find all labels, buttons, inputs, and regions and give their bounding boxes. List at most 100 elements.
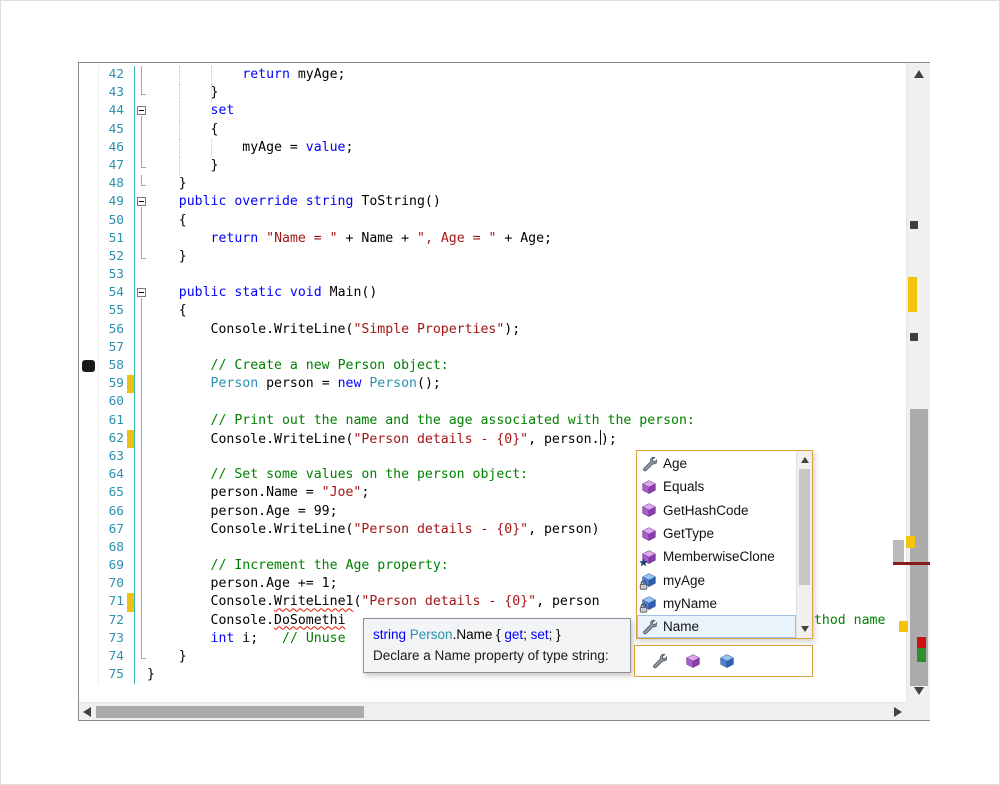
code-text[interactable]: set — [147, 102, 906, 120]
code-text[interactable]: Console.WriteLine("Person details - {0}"… — [147, 430, 906, 448]
indicator-margin[interactable] — [79, 84, 99, 102]
indicator-margin[interactable] — [79, 539, 99, 557]
method-icon[interactable] — [685, 653, 701, 669]
indicator-margin[interactable] — [79, 121, 99, 139]
scroll-right-arrow-icon[interactable] — [894, 707, 902, 717]
fold-collapse-toggle[interactable] — [137, 197, 146, 206]
code-line[interactable]: 52 } — [79, 248, 906, 266]
indicator-margin[interactable] — [79, 175, 99, 193]
scroll-up-arrow-icon[interactable] — [914, 70, 924, 78]
indicator-margin[interactable] — [79, 466, 99, 484]
field-icon[interactable] — [719, 653, 735, 669]
code-text[interactable]: { — [147, 121, 906, 139]
code-text[interactable]: // Create a new Person object: — [147, 357, 906, 375]
code-text[interactable]: } — [147, 84, 906, 102]
indicator-margin[interactable] — [79, 503, 99, 521]
indicator-margin[interactable] — [79, 393, 99, 411]
code-line[interactable]: 57 — [79, 339, 906, 357]
vertical-scroll-thumb[interactable] — [910, 409, 928, 686]
indicator-margin[interactable] — [79, 284, 99, 302]
code-line[interactable]: 60 — [79, 393, 906, 411]
code-line[interactable]: 46 myAge = value; — [79, 139, 906, 157]
completion-item-myname[interactable]: myName — [637, 592, 796, 615]
indicator-margin[interactable] — [79, 266, 99, 284]
code-line[interactable]: 53 — [79, 266, 906, 284]
code-text[interactable]: { — [147, 212, 906, 230]
indicator-margin[interactable] — [79, 139, 99, 157]
code-text[interactable]: Console.WriteLine("Simple Properties"); — [147, 321, 906, 339]
code-line[interactable]: 51 return "Name = " + Name + ", Age = " … — [79, 230, 906, 248]
scroll-left-arrow-icon[interactable] — [83, 707, 91, 717]
indicator-margin[interactable] — [79, 375, 99, 393]
indicator-margin[interactable] — [79, 593, 99, 611]
indicator-margin[interactable] — [79, 193, 99, 211]
code-line[interactable]: 50 { — [79, 212, 906, 230]
indicator-margin[interactable] — [79, 412, 99, 430]
indicator-margin[interactable] — [79, 521, 99, 539]
indicator-margin[interactable] — [79, 557, 99, 575]
code-text[interactable]: } — [147, 248, 906, 266]
code-line[interactable]: 44 set — [79, 102, 906, 120]
indicator-margin[interactable] — [79, 666, 99, 684]
code-line[interactable]: 61 // Print out the name and the age ass… — [79, 412, 906, 430]
popup-scroll-thumb[interactable] — [799, 469, 810, 585]
code-line[interactable]: 59 Person person = new Person(); — [79, 375, 906, 393]
code-text[interactable]: public static void Main() — [147, 284, 906, 302]
code-line[interactable]: 58 // Create a new Person object: — [79, 357, 906, 375]
code-text[interactable]: } — [147, 175, 906, 193]
code-text[interactable] — [147, 339, 906, 357]
code-line[interactable]: 48 } — [79, 175, 906, 193]
indicator-margin[interactable] — [79, 357, 99, 375]
code-line[interactable]: 47 } — [79, 157, 906, 175]
popup-scroll-up-icon[interactable] — [801, 457, 809, 463]
completion-item-myage[interactable]: myAge — [637, 568, 796, 591]
code-text[interactable]: return "Name = " + Name + ", Age = " + A… — [147, 230, 906, 248]
indicator-margin[interactable] — [79, 484, 99, 502]
indicator-margin[interactable] — [79, 648, 99, 666]
completion-item-age[interactable]: Age — [637, 452, 796, 475]
vertical-scrollbar[interactable] — [906, 63, 930, 702]
code-line[interactable]: 42 return myAge; — [79, 66, 906, 84]
popup-scroll-down-icon[interactable] — [801, 626, 809, 632]
indicator-margin[interactable] — [79, 248, 99, 266]
code-text[interactable]: { — [147, 302, 906, 320]
code-line[interactable]: 62 Console.WriteLine("Person details - {… — [79, 430, 906, 448]
code-line[interactable]: 56 Console.WriteLine("Simple Properties"… — [79, 321, 906, 339]
fold-collapse-toggle[interactable] — [137, 106, 146, 115]
code-text[interactable]: Person person = new Person(); — [147, 375, 906, 393]
code-line[interactable]: 49 public override string ToString() — [79, 193, 906, 211]
indicator-margin[interactable] — [79, 630, 99, 648]
indicator-margin[interactable] — [79, 157, 99, 175]
code-text[interactable]: return myAge; — [147, 66, 906, 84]
scroll-down-arrow-icon[interactable] — [914, 687, 924, 695]
indicator-margin[interactable] — [79, 575, 99, 593]
code-line[interactable]: 54 public static void Main() — [79, 284, 906, 302]
indicator-margin[interactable] — [79, 321, 99, 339]
completion-item-memberwiseclone[interactable]: MemberwiseClone — [637, 545, 796, 568]
popup-scrollbar[interactable] — [796, 451, 812, 638]
indicator-margin[interactable] — [79, 448, 99, 466]
code-text[interactable]: } — [147, 157, 906, 175]
completion-item-gethashcode[interactable]: GetHashCode — [637, 499, 796, 522]
indicator-margin[interactable] — [79, 302, 99, 320]
indicator-margin[interactable] — [79, 230, 99, 248]
indicator-margin[interactable] — [79, 212, 99, 230]
code-text[interactable]: // Print out the name and the age associ… — [147, 412, 906, 430]
code-text[interactable] — [147, 393, 906, 411]
code-line[interactable]: 43 } — [79, 84, 906, 102]
code-line[interactable]: 55 { — [79, 302, 906, 320]
indicator-margin[interactable] — [79, 339, 99, 357]
horizontal-scroll-thumb[interactable] — [96, 706, 364, 718]
code-text[interactable] — [147, 266, 906, 284]
code-text[interactable]: myAge = value; — [147, 139, 906, 157]
completion-item-equals[interactable]: Equals — [637, 475, 796, 498]
indicator-margin[interactable] — [79, 430, 99, 448]
indicator-margin[interactable] — [79, 612, 99, 630]
code-text[interactable]: public override string ToString() — [147, 193, 906, 211]
completion-item-gettype[interactable]: GetType — [637, 522, 796, 545]
property-icon[interactable] — [651, 653, 667, 669]
fold-collapse-toggle[interactable] — [137, 288, 146, 297]
indicator-margin[interactable] — [79, 66, 99, 84]
indicator-margin[interactable] — [79, 102, 99, 120]
code-line[interactable]: 45 { — [79, 121, 906, 139]
